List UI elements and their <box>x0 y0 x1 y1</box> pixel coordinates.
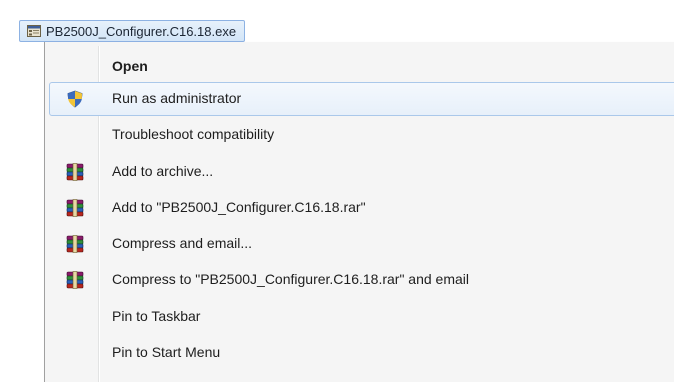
menu-item-add-to-rar[interactable]: Add to "PB2500J_Configurer.C16.18.rar" <box>49 191 674 225</box>
menu-item-label: Open <box>112 58 148 74</box>
exe-file-icon <box>27 25 41 37</box>
menu-item-label: Pin to Taskbar <box>112 308 201 324</box>
file-name: PB2500J_Configurer.C16.18.exe <box>46 23 237 39</box>
menu-item-open[interactable]: Open <box>49 50 674 84</box>
selected-file-label[interactable]: PB2500J_Configurer.C16.18.exe <box>19 20 246 42</box>
winrar-books-icon <box>66 235 84 253</box>
winrar-books-icon <box>66 271 84 289</box>
menu-item-label: Add to "PB2500J_Configurer.C16.18.rar" <box>112 199 366 215</box>
menu-item-pin-to-start-menu[interactable]: Pin to Start Menu <box>49 336 674 370</box>
menu-item-pin-to-taskbar[interactable]: Pin to Taskbar <box>49 300 674 334</box>
menu-item-compress-to-rar-and-email[interactable]: Compress to "PB2500J_Configurer.C16.18.r… <box>49 263 674 297</box>
menu-item-run-as-administrator[interactable]: Run as administrator <box>49 82 674 116</box>
menu-item-label: Compress and email... <box>112 235 253 251</box>
menu-item-label: Add to archive... <box>112 163 214 179</box>
menu-item-add-to-archive[interactable]: Add to archive... <box>49 155 674 189</box>
menu-item-label: Compress to "PB2500J_Configurer.C16.18.r… <box>112 271 470 287</box>
menu-item-label: Run as administrator <box>112 90 242 106</box>
menu-item-label: Troubleshoot compatibility <box>112 126 275 142</box>
uac-shield-icon <box>66 90 84 108</box>
menu-item-troubleshoot-compatibility[interactable]: Troubleshoot compatibility <box>49 118 674 152</box>
menu-item-compress-and-email[interactable]: Compress and email... <box>49 227 674 261</box>
winrar-books-icon <box>66 199 84 217</box>
context-menu: Open Run as administrator Troubleshoot c… <box>44 42 674 382</box>
menu-item-label: Pin to Start Menu <box>112 344 221 360</box>
winrar-books-icon <box>66 163 84 181</box>
